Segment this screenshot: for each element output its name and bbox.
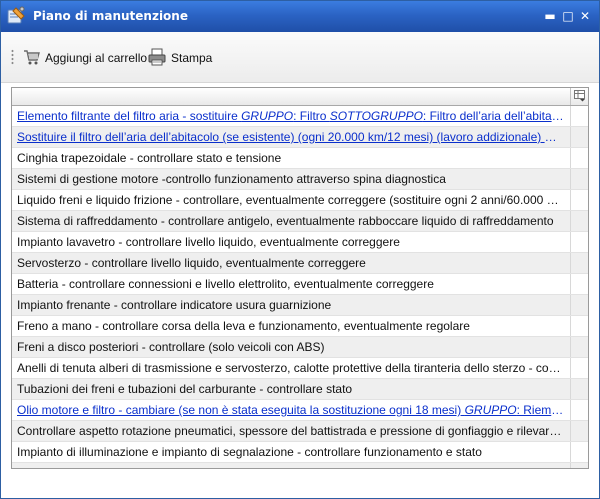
row-side-cell <box>570 274 571 294</box>
row-text: Servosterzo - controllare livello liquid… <box>17 256 564 270</box>
row-text-part: Controllare aspetto rotazione pneumatici… <box>17 424 564 438</box>
maintenance-window: Piano di manutenzione ▬ □ ✕ Aggiungi al … <box>0 0 600 499</box>
row-side-cell <box>570 295 571 315</box>
add-to-cart-button[interactable]: Aggiungi al carrello <box>23 47 147 69</box>
header-separator <box>570 88 571 105</box>
row-text-part: Liquido freni e liquido frizione - contr… <box>17 193 564 207</box>
row-text-part: Sostituire il filtro dell’aria dell’abit… <box>17 130 545 144</box>
table-row[interactable]: Anelli di tenuta alberi di trasmissione … <box>12 358 588 379</box>
row-text-part: Freno a mano - controllare corsa della l… <box>17 319 470 333</box>
row-text-part: : Filtro <box>293 109 330 123</box>
table-row[interactable]: Fari - controllare regolazione <box>12 463 588 468</box>
add-to-cart-label: Aggiungi al carrello <box>45 51 148 65</box>
row-text-part: : Riempire ed scaricare <box>516 403 564 417</box>
row-text-part: Impianto frenante - controllare indicato… <box>17 298 332 312</box>
row-text-part: Sistemi di gestione motore -controllo fu… <box>17 172 446 186</box>
row-text: Sistemi di gestione motore -controllo fu… <box>17 172 564 186</box>
row-side-cell <box>570 190 571 210</box>
row-side-cell <box>570 400 571 420</box>
print-label: Stampa <box>171 51 213 65</box>
row-link[interactable]: Sostituire il filtro dell’aria dell’abit… <box>17 130 564 144</box>
row-side-cell <box>570 337 571 357</box>
table-row[interactable]: Impianto lavavetro - controllare livello… <box>12 232 588 253</box>
row-text-part: Batteria - controllare connessioni e liv… <box>17 277 434 291</box>
row-side-cell <box>570 379 571 399</box>
row-text: Fari - controllare regolazione <box>17 466 564 468</box>
row-text-part: : Filtro dell’aria dell’abitacolo climat… <box>422 109 564 123</box>
row-text-part: Freni a disco posteriori - controllare (… <box>17 340 325 354</box>
table-row[interactable]: Olio motore e filtro - cambiare (se non … <box>12 400 588 421</box>
minimize-button[interactable]: ▬ <box>543 9 557 23</box>
close-button[interactable]: ✕ <box>578 9 592 23</box>
toolbar: Aggiungi al carrello Stampa <box>1 32 599 83</box>
toolbar-grip-icon[interactable] <box>11 49 14 65</box>
table-row[interactable]: Controllare aspetto rotazione pneumatici… <box>12 421 588 442</box>
table-row[interactable]: Liquido freni e liquido frizione - contr… <box>12 190 588 211</box>
row-side-cell <box>570 106 571 126</box>
table-row[interactable]: Servosterzo - controllare livello liquid… <box>12 253 588 274</box>
row-text: Freni a disco posteriori - controllare (… <box>17 340 564 354</box>
row-text: Impianto di illuminazione e impianto di … <box>17 445 564 459</box>
row-side-cell <box>570 316 571 336</box>
table-row[interactable]: Tubazioni dei freni e tubazioni del carb… <box>12 379 588 400</box>
row-side-cell <box>570 148 571 168</box>
row-text-part: Servosterzo - controllare livello liquid… <box>17 256 366 270</box>
row-text-group-label: GRUPPO <box>241 109 294 123</box>
maintenance-grid: Elemento filtrante del filtro aria - sos… <box>11 87 589 469</box>
row-side-cell <box>570 232 571 252</box>
row-text-group-label: GRUPPO <box>464 403 517 417</box>
row-side-cell <box>570 169 571 189</box>
row-text: Liquido freni e liquido frizione - contr… <box>17 193 564 207</box>
table-row[interactable]: Sistemi di gestione motore -controllo fu… <box>12 169 588 190</box>
row-text-part: Impianto di illuminazione e impianto di … <box>17 445 482 459</box>
table-row[interactable]: Impianto frenante - controllare indicato… <box>12 295 588 316</box>
row-link[interactable]: Elemento filtrante del filtro aria - sos… <box>17 109 564 123</box>
row-side-cell <box>570 127 571 147</box>
row-text-part: Olio motore e filtro - cambiare (se non … <box>17 403 465 417</box>
table-row[interactable]: Elemento filtrante del filtro aria - sos… <box>12 106 588 127</box>
grid-rows: Elemento filtrante del filtro aria - sos… <box>12 106 588 468</box>
print-button[interactable]: Stampa <box>147 47 212 69</box>
row-side-cell <box>570 442 571 462</box>
row-text-part: Impianto lavavetro - controllare livello… <box>17 235 400 249</box>
row-text: Anelli di tenuta alberi di trasmissione … <box>17 361 564 375</box>
row-side-cell <box>570 358 571 378</box>
row-side-cell <box>570 421 571 441</box>
maximize-button[interactable]: □ <box>561 9 575 23</box>
table-row[interactable]: Impianto di illuminazione e impianto di … <box>12 442 588 463</box>
row-text: Freno a mano - controllare corsa della l… <box>17 319 564 333</box>
row-text-part: Cinghia trapezoidale - controllare stato… <box>17 151 282 165</box>
table-row[interactable]: Sostituire il filtro dell’aria dell’abit… <box>12 127 588 148</box>
row-text: Impianto lavavetro - controllare livello… <box>17 235 564 249</box>
row-text-part: Fari - controllare regolazione <box>17 466 170 468</box>
row-text: Sistema di raffreddamento - controllare … <box>17 214 564 228</box>
cart-icon <box>23 48 45 69</box>
row-text: Cinghia trapezoidale - controllare stato… <box>17 151 564 165</box>
row-side-cell <box>570 211 571 231</box>
row-text-part: Anelli di tenuta alberi di trasmissione … <box>17 361 564 375</box>
row-text: Batteria - controllare connessioni e liv… <box>17 277 564 291</box>
table-row[interactable]: Batteria - controllare connessioni e liv… <box>12 274 588 295</box>
column-chooser-icon[interactable] <box>574 90 586 102</box>
row-side-cell <box>570 463 571 468</box>
row-text-part: Sistema di raffreddamento - controllare … <box>17 214 554 228</box>
grid-header <box>12 88 588 106</box>
table-row[interactable]: Sistema di raffreddamento - controllare … <box>12 211 588 232</box>
table-row[interactable]: Freno a mano - controllare corsa della l… <box>12 316 588 337</box>
row-text: Tubazioni dei freni e tubazioni del carb… <box>17 382 564 396</box>
row-side-cell <box>570 253 571 273</box>
printer-icon <box>147 47 171 70</box>
row-link[interactable]: Olio motore e filtro - cambiare (se non … <box>17 403 564 417</box>
table-row[interactable]: Cinghia trapezoidale - controllare stato… <box>12 148 588 169</box>
row-text-group-label: SOTTOGRUPPO <box>329 109 423 123</box>
window-title: Piano di manutenzione <box>33 9 188 23</box>
row-text: Impianto frenante - controllare indicato… <box>17 298 564 312</box>
title-bar[interactable]: Piano di manutenzione ▬ □ ✕ <box>1 1 599 32</box>
table-row[interactable]: Freni a disco posteriori - controllare (… <box>12 337 588 358</box>
row-text: Controllare aspetto rotazione pneumatici… <box>17 424 564 438</box>
row-text-part: Elemento filtrante del filtro aria - sos… <box>17 109 242 123</box>
row-text-part: Tubazioni dei freni e tubazioni del carb… <box>17 382 353 396</box>
app-icon <box>6 6 26 26</box>
